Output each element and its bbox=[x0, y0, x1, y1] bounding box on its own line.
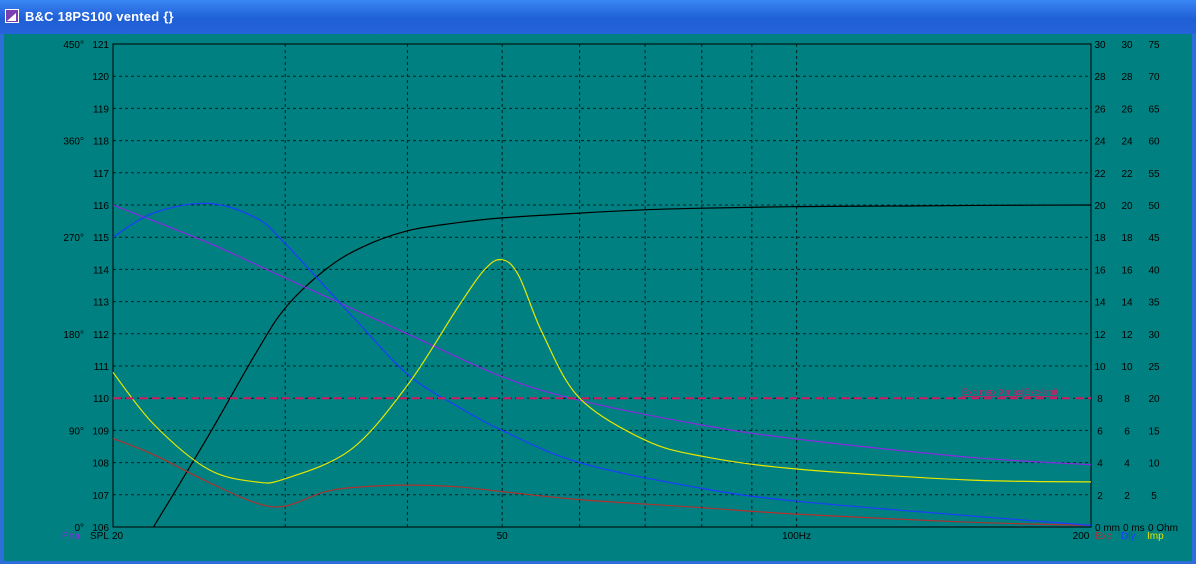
excursion-tick-label: 4 bbox=[1097, 459, 1103, 470]
impedance-tick-label: 70 bbox=[1148, 72, 1160, 83]
delay-tick-label: 12 bbox=[1121, 330, 1133, 341]
phase-tick-label: 270° bbox=[63, 233, 84, 244]
impedance-tick-label: 15 bbox=[1148, 426, 1160, 437]
spl-tick-label: 118 bbox=[93, 137, 109, 148]
delay-tick-label: 26 bbox=[1121, 104, 1133, 115]
spl-tick-label: 117 bbox=[93, 169, 109, 180]
window-title: B&C 18PS100 vented {} bbox=[25, 9, 174, 24]
delay-tick-label: 24 bbox=[1121, 137, 1133, 148]
delay-tick-label: 18 bbox=[1121, 233, 1133, 244]
excursion-tick-label: 28 bbox=[1094, 72, 1106, 83]
spl-tick-label: 119 bbox=[93, 104, 109, 115]
impedance-tick-label: 20 bbox=[1148, 394, 1160, 405]
impedance-curve bbox=[112, 258, 1092, 484]
x-tick-label: 100Hz bbox=[782, 531, 811, 542]
impedance-tick-label: 65 bbox=[1148, 104, 1160, 115]
spl-tick-label: 116 bbox=[93, 201, 109, 212]
x-tick-label: 20 bbox=[112, 531, 124, 542]
spl-tick-label: 107 bbox=[92, 491, 109, 502]
excursion-tick-label: 14 bbox=[1094, 298, 1106, 309]
spl-tick-label: 121 bbox=[92, 40, 109, 51]
delay-tick-label: 10 bbox=[1121, 362, 1133, 373]
x-tick-label: 200 bbox=[1073, 531, 1090, 542]
impedance-tick-label: 50 bbox=[1148, 201, 1160, 212]
excursion-tick-label: 20 bbox=[1094, 201, 1106, 212]
app-icon[interactable] bbox=[5, 9, 19, 23]
legend-spl: SPL bbox=[90, 531, 109, 542]
excursion-tick-label: 10 bbox=[1094, 362, 1106, 373]
x-tick-label: 50 bbox=[497, 531, 509, 542]
delay-tick-label: 14 bbox=[1121, 298, 1133, 309]
impedance-tick-label: 10 bbox=[1148, 459, 1160, 470]
impedance-tick-label: 5 bbox=[1151, 491, 1157, 502]
impedance-tick-label: 30 bbox=[1148, 330, 1160, 341]
excursion-tick-label: 18 bbox=[1094, 233, 1106, 244]
excursion-tick-label: 12 bbox=[1094, 330, 1106, 341]
impedance-tick-label: 25 bbox=[1148, 362, 1160, 373]
excursion-tick-label: 16 bbox=[1094, 265, 1106, 276]
spl-tick-label: 115 bbox=[93, 233, 109, 244]
legend-phase: Pha bbox=[62, 531, 80, 542]
legend-delay: Dly bbox=[1121, 531, 1135, 542]
excursion-tick-label: 30 bbox=[1094, 40, 1106, 51]
delay-tick-label: 8 bbox=[1124, 394, 1130, 405]
phase-tick-label: 90° bbox=[69, 426, 84, 437]
spl-tick-label: 110 bbox=[93, 394, 109, 405]
excursion-tick-label: 6 bbox=[1097, 426, 1103, 437]
delay-tick-label: 6 bbox=[1124, 426, 1130, 437]
spl-tick-label: 114 bbox=[93, 265, 109, 276]
excursion-tick-label: 8 bbox=[1097, 394, 1103, 405]
frequency-response-chart[interactable]: 121 120 119 118 117 116 115 114 113 112 111 110 109 1… bbox=[4, 34, 1192, 561]
phase-tick-label: 180° bbox=[63, 330, 84, 341]
excursion-tick-label: 24 bbox=[1094, 137, 1106, 148]
delay-tick-label: 2 bbox=[1124, 491, 1130, 502]
delay-tick-label: 28 bbox=[1121, 72, 1133, 83]
spl-tick-label: 111 bbox=[94, 362, 110, 373]
spl-tick-label: 120 bbox=[92, 72, 109, 83]
excursion-tick-label: 26 bbox=[1094, 104, 1106, 115]
legend-impedance: Imp bbox=[1147, 531, 1164, 542]
phase-tick-label: 450° bbox=[63, 40, 84, 51]
delay-tick-label: 30 bbox=[1121, 40, 1133, 51]
spl-tick-label: 113 bbox=[93, 298, 109, 309]
title-bar[interactable]: B&C 18PS100 vented {} bbox=[0, 0, 1196, 34]
excursion-tick-label: 2 bbox=[1097, 491, 1103, 502]
phase-tick-label: 360° bbox=[63, 137, 84, 148]
spl-tick-label: 108 bbox=[92, 459, 109, 470]
delay-tick-label: 22 bbox=[1121, 169, 1133, 180]
spl-tick-label: 112 bbox=[93, 330, 109, 341]
delay-tick-label: 20 bbox=[1121, 201, 1133, 212]
impedance-tick-label: 60 bbox=[1148, 137, 1160, 148]
delay-tick-label: 4 bbox=[1124, 459, 1130, 470]
delay-tick-label: 16 bbox=[1121, 265, 1133, 276]
impedance-tick-label: 75 bbox=[1148, 40, 1160, 51]
impedance-tick-label: 35 bbox=[1148, 298, 1160, 309]
impedance-tick-label: 55 bbox=[1148, 169, 1160, 180]
impedance-tick-label: 40 bbox=[1148, 265, 1160, 276]
excursion-limit-label: Exc max|Xmax|Exc-limit bbox=[962, 387, 1059, 397]
excursion-tick-label: 22 bbox=[1094, 169, 1106, 180]
plot-area[interactable]: 121 120 119 118 117 116 115 114 113 112 111 110 109 1… bbox=[4, 34, 1192, 561]
phase-curve bbox=[112, 204, 1092, 466]
impedance-tick-label: 45 bbox=[1148, 233, 1160, 244]
legend-excursion: Exc bbox=[1095, 531, 1112, 542]
delay-curve bbox=[112, 202, 1092, 526]
application-window: B&C 18PS100 vented {} 121 120 119 118 117 116… bbox=[0, 0, 1196, 564]
spl-tick-label: 109 bbox=[92, 426, 109, 437]
